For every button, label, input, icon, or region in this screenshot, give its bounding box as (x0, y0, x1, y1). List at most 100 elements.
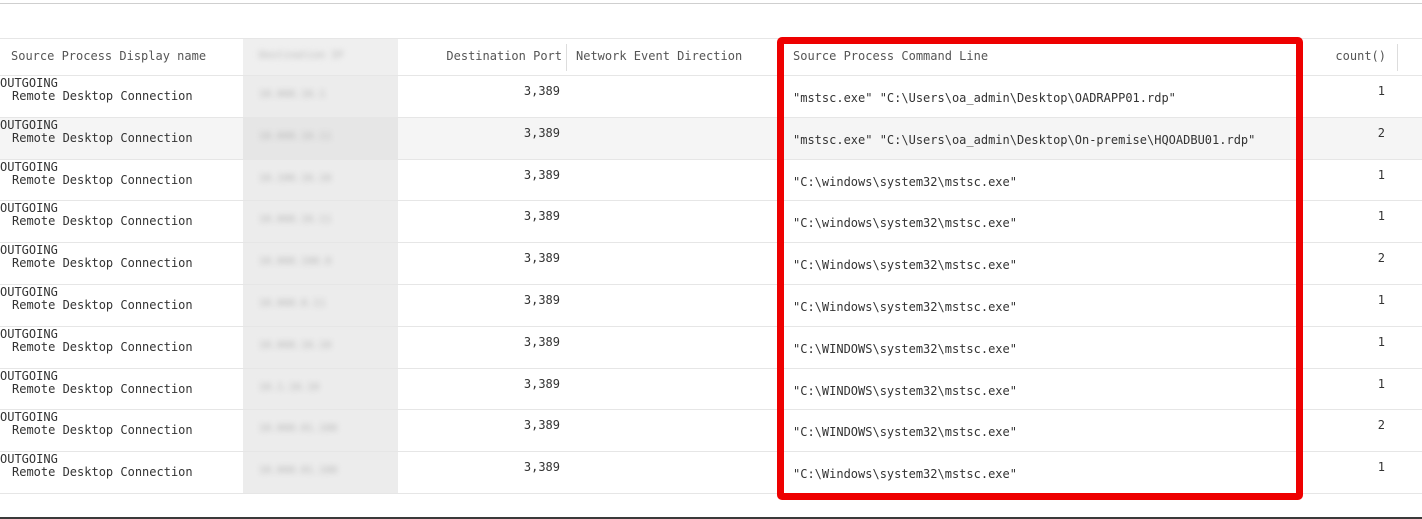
cell-ip: 10.000.10.1 (243, 76, 398, 117)
cell-count: 1 (1306, 160, 1398, 201)
cell-name-text: Remote Desktop Connection (12, 423, 193, 438)
column-header-source-process-command-line[interactable]: Source Process Command Line (776, 39, 1306, 75)
cell-port: 3,389 (398, 452, 566, 493)
column-header-count[interactable]: count() (1306, 39, 1398, 75)
table-row[interactable]: Remote Desktop Connection 10.000.100.0 3,3… (0, 243, 1422, 285)
cell-count-text: 1 (1377, 84, 1385, 98)
cell-direction-text: OUTGOING (0, 243, 58, 258)
cell-cmd-text: "C:\Windows\system32\mstsc.exe" (793, 299, 1017, 314)
cell-name-text: Remote Desktop Connection (12, 381, 193, 396)
cell-cmd: "mstsc.exe" "C:\Users\oa_admin\Desktop\O… (776, 118, 1306, 159)
cell-ip: 10.100.10.10 (243, 159, 398, 201)
cell-count-text: 2 (1377, 418, 1385, 433)
cell-port-text: 3,389 (523, 418, 560, 433)
cell-port: 3,389 (398, 410, 566, 451)
table-row[interactable]: Remote Desktop Connection 10.000.10.11 3,3… (0, 201, 1422, 244)
cell-name-text: Remote Desktop Connection (12, 214, 193, 229)
table-row[interactable]: Remote Desktop Connection 10.000.0.11 3,38… (0, 284, 1422, 327)
column-header-destination-port[interactable]: Destination Port (398, 39, 566, 75)
table-row[interactable]: Remote Desktop Connection 10.000.10.11 3,3… (0, 117, 1422, 160)
cell-port-text: 3,389 (523, 460, 560, 475)
cell-ip: 10.000.10.11 (243, 117, 398, 159)
cell-count-text: 1 (1377, 292, 1385, 307)
cell-ip-text: 10.000.10.11 (259, 130, 332, 142)
cell-count-text: 2 (1377, 125, 1385, 140)
cell-name-text: Remote Desktop Connection (12, 465, 193, 480)
table-header-row: Source Process Display name Destination … (0, 38, 1422, 76)
cell-ip-text: 10.000.0.11 (259, 297, 326, 309)
cell-port-text: 3,389 (523, 209, 560, 224)
cell-port-text: 3,389 (523, 292, 560, 307)
cell-port: 3,389 (398, 285, 566, 326)
top-divider (0, 3, 1422, 4)
cell-port-text: 3,389 (523, 167, 560, 182)
cell-name-text: Remote Desktop Connection (12, 256, 193, 271)
cell-cmd-text: "C:\WINDOWS\system32\mstsc.exe" (793, 383, 1017, 398)
cell-port: 3,389 (398, 160, 566, 201)
cell-count: 2 (1306, 243, 1398, 284)
cell-cmd: "C:\Windows\system32\mstsc.exe" (776, 243, 1306, 284)
cell-direction-text: OUTGOING (0, 410, 58, 425)
cell-name-text: Remote Desktop Connection (12, 130, 193, 145)
cell-cmd-text: "mstsc.exe" "C:\Users\oa_admin\Desktop\O… (793, 132, 1256, 147)
cell-ip-text: 10.1.10.10 (259, 381, 320, 393)
cell-port: 3,389 (398, 327, 566, 368)
cell-cmd: "mstsc.exe" "C:\Users\oa_admin\Desktop\O… (776, 76, 1306, 117)
cell-port: 3,389 (398, 201, 566, 242)
cell-ip: 10.000.100.0 (243, 243, 398, 284)
cell-port-text: 3,389 (523, 334, 560, 349)
column-header-destination-ip[interactable]: Destination IP (243, 39, 398, 75)
cell-count: 1 (1306, 327, 1398, 368)
cell-cmd: "C:\WINDOWS\system32\mstsc.exe" (776, 369, 1306, 410)
cell-port-text: 3,389 (523, 376, 560, 391)
cell-count: 1 (1306, 76, 1398, 117)
cell-ip-text: 10.000.10.10 (259, 339, 332, 351)
cell-count-text: 1 (1377, 167, 1385, 182)
cell-port-text: 3,389 (523, 125, 560, 140)
cell-name-text: Remote Desktop Connection (12, 339, 193, 354)
cell-count: 1 (1306, 285, 1398, 326)
table-row[interactable]: Remote Desktop Connection 10.000.10.1 3,38… (0, 76, 1422, 118)
cell-ip-text: 10.000.01.100 (259, 465, 338, 477)
cell-ip: 10.000.01.100 (243, 452, 398, 493)
cell-port: 3,389 (398, 369, 566, 410)
cell-cmd: "C:\windows\system32\mstsc.exe" (776, 160, 1306, 201)
column-resize-handle[interactable] (1397, 44, 1398, 71)
cell-direction-text: OUTGOING (0, 76, 58, 90)
cell-cmd-text: "C:\WINDOWS\system32\mstsc.exe" (793, 341, 1017, 356)
cell-ip: 10.000.10.11 (243, 201, 398, 243)
cell-ip: 10.1.10.10 (243, 368, 398, 410)
table-row[interactable]: Remote Desktop Connection 10.000.10.10 3,3… (0, 326, 1422, 369)
cell-direction-text: OUTGOING (0, 201, 58, 216)
cell-ip: 10.000.01.100 (243, 410, 398, 452)
cell-cmd-text: "C:\Windows\system32\mstsc.exe" (793, 258, 1017, 273)
cell-ip-text: 10.100.10.10 (259, 172, 332, 184)
cell-direction-text: OUTGOING (0, 452, 58, 467)
cell-cmd-text: "mstsc.exe" "C:\Users\oa_admin\Desktop\O… (793, 91, 1176, 105)
column-header-network-event-direction[interactable]: Network Event Direction (566, 39, 776, 75)
cell-cmd: "C:\WINDOWS\system32\mstsc.exe" (776, 327, 1306, 368)
cell-direction-text: OUTGOING (0, 326, 58, 341)
cell-direction-text: OUTGOING (0, 159, 58, 174)
cell-ip: 10.000.0.11 (243, 284, 398, 326)
table-row[interactable]: Remote Desktop Connection 10.000.01.100 3,… (0, 452, 1422, 494)
cell-port: 3,389 (398, 243, 566, 284)
cell-count: 1 (1306, 201, 1398, 242)
cell-name-text: Remote Desktop Connection (12, 172, 193, 187)
cell-ip-text: 10.000.01.100 (259, 423, 338, 435)
cell-count-text: 1 (1377, 460, 1385, 475)
cell-port-text: 3,389 (523, 84, 560, 98)
cell-count: 2 (1306, 118, 1398, 159)
cell-name-text: Remote Desktop Connection (12, 89, 193, 103)
column-header-source-process-display-name[interactable]: Source Process Display name (0, 39, 243, 75)
cell-port: 3,389 (398, 76, 566, 117)
cell-port: 3,389 (398, 118, 566, 159)
table-row[interactable]: Remote Desktop Connection 10.100.10.10 3,3… (0, 159, 1422, 202)
cell-cmd-text: "C:\Windows\system32\mstsc.exe" (793, 467, 1017, 482)
cell-count-text: 1 (1377, 334, 1385, 349)
cell-cmd-text: "C:\windows\system32\mstsc.exe" (793, 216, 1017, 231)
cell-port-text: 3,389 (523, 251, 560, 266)
table-row[interactable]: Remote Desktop Connection 10.000.01.100 3,… (0, 410, 1422, 453)
cell-count-text: 1 (1377, 209, 1385, 224)
table-row[interactable]: Remote Desktop Connection 10.1.10.10 3,389… (0, 368, 1422, 411)
